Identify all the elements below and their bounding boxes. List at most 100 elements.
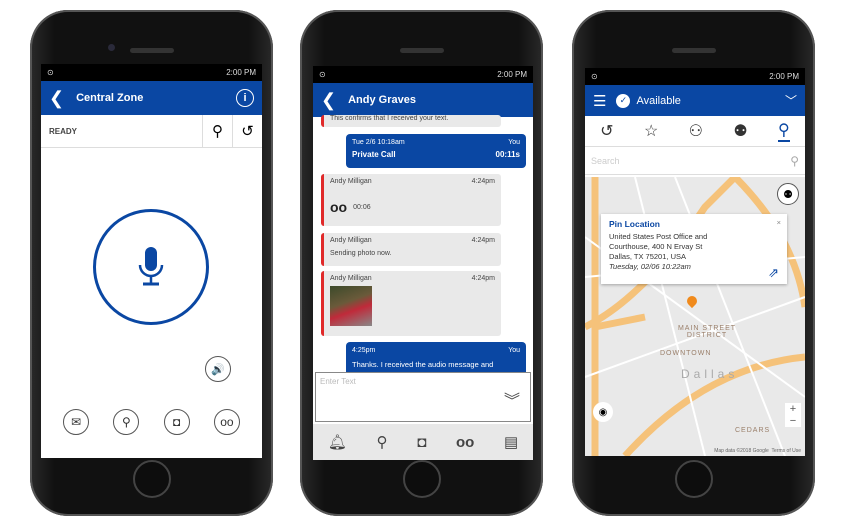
call-duration: 00:11s: [495, 150, 520, 159]
notification-icon: ⊙: [47, 68, 54, 77]
map-label: Dallas: [681, 367, 739, 381]
location-icon[interactable]: ⚲: [377, 433, 388, 451]
phone-ptt: ⊙ 2:00 PM ❮ Central Zone i READY ⚲ ↺ 🔊 ✉ ⚲…: [30, 10, 273, 516]
tab-history-icon[interactable]: ↺: [600, 121, 613, 141]
status-time: 2:00 PM: [497, 70, 527, 79]
tab-favorites-icon[interactable]: ☆: [644, 121, 658, 141]
voicemail-icon[interactable]: oo: [213, 409, 240, 435]
message-sender: You: [508, 347, 520, 354]
status-bar: ⊙ 2:00 PM: [313, 66, 533, 83]
ptt-mic-button[interactable]: [93, 209, 209, 325]
microphone-icon: [138, 247, 164, 286]
header: ❮ Central Zone i: [41, 81, 262, 115]
groups-map-button[interactable]: ⚉: [777, 183, 799, 205]
message-time: 4:24pm: [471, 237, 495, 244]
map-screen: ⊙ 2:00 PM ☰ ✓ Available ﹀ ↺ ☆ ⚇ ⚉ ⚲ Search ⚲ ⚉…: [585, 68, 805, 456]
my-location-icon[interactable]: ◉: [593, 402, 613, 422]
document-icon[interactable]: ▤: [504, 433, 518, 451]
info-icon[interactable]: i: [236, 89, 254, 107]
phone-chat: ⊙ 2:00 PM ❮ Andy Graves This confirms that…: [300, 10, 543, 516]
message-sender: Andy Milligan: [330, 275, 372, 282]
locations-icon[interactable]: ⚲: [202, 114, 232, 148]
home-button[interactable]: [132, 460, 171, 498]
camera-icon[interactable]: ◘: [163, 409, 190, 435]
message-bubble: Andy Milligan 4:24pm Sending photo now.: [321, 233, 501, 266]
chevron-down-icon[interactable]: ﹀: [785, 92, 797, 109]
popup-title: Pin Location: [609, 219, 660, 229]
voicemail-icon[interactable]: oo: [330, 199, 347, 215]
chat-toolbar: 🔔︎ ⚲ ◘ oo ▤: [313, 424, 533, 460]
front-camera: [108, 44, 115, 51]
map-label: CEDARS: [735, 427, 771, 434]
search-input[interactable]: Search ⚲: [585, 147, 805, 175]
status-row: READY ⚲ ↺: [41, 114, 262, 148]
action-bar: ✉ ⚲ ◘ oo: [41, 409, 262, 435]
message-icon[interactable]: ✉: [63, 409, 90, 435]
audio-message[interactable]: Andy Milligan 4:24pm oo 00:06: [321, 174, 501, 226]
home-button[interactable]: [402, 460, 441, 498]
available-check-icon: ✓: [616, 93, 631, 108]
chat-screen: ⊙ 2:00 PM ❮ Andy Graves This confirms that…: [313, 66, 533, 460]
popup-address: Courthouse, 400 N Ervay St: [609, 242, 703, 251]
page-title: Andy Graves: [348, 94, 416, 106]
call-bubble: Tue 2/6 10:18am You Private Call 00:11s: [346, 134, 526, 168]
message-input[interactable]: Enter Text ︾: [315, 372, 531, 422]
camera-icon[interactable]: ◘: [417, 434, 426, 451]
tab-groups-icon[interactable]: ⚉: [733, 121, 747, 141]
ptt-screen: ⊙ 2:00 PM ❮ Central Zone i READY ⚲ ↺ 🔊 ✉ ⚲…: [41, 64, 262, 458]
status-bar: ⊙ 2:00 PM: [585, 68, 805, 85]
map-label: MAIN STREET DISTRICT: [677, 325, 737, 339]
ready-status: READY: [49, 126, 78, 136]
earpiece: [129, 48, 174, 53]
availability-status[interactable]: Available: [636, 95, 680, 107]
message-bubble: This confirms that I received your text.: [321, 115, 501, 127]
map-label: DOWNTOWN: [660, 350, 712, 357]
message-sender: You: [508, 139, 520, 146]
message-text: Sending photo now.: [330, 250, 392, 257]
home-button[interactable]: [674, 460, 713, 498]
back-icon[interactable]: ❮: [49, 88, 64, 109]
popup-address: Dallas, TX 75201, USA: [609, 252, 686, 261]
attribution-text: Map data ©2018 Google: [714, 448, 769, 454]
message-text: Thanks. I received the audio message and: [352, 360, 494, 369]
popup-timestamp: Tuesday, 02/06 10:22am: [609, 262, 691, 271]
search-placeholder: Search: [591, 155, 620, 166]
pin-location-popup: Pin Location United States Post Office a…: [601, 214, 787, 284]
map-attribution: Map data ©2018 Google Terms of Use: [714, 448, 801, 454]
popup-address: United States Post Office and: [609, 232, 708, 241]
speaker-button[interactable]: 🔊: [205, 356, 231, 382]
message-time: 4:25pm: [352, 347, 376, 354]
status-bar: ⊙ 2:00 PM: [41, 64, 262, 81]
phone-map: ⊙ 2:00 PM ☰ ✓ Available ﹀ ↺ ☆ ⚇ ⚉ ⚲ Search ⚲ ⚉…: [572, 10, 815, 516]
history-icon[interactable]: ↺: [232, 114, 262, 148]
status-time: 2:00 PM: [769, 72, 799, 81]
menu-icon[interactable]: ☰: [593, 92, 606, 110]
close-icon[interactable]: ×: [777, 218, 781, 228]
map[interactable]: ⚉ Pin Location United States Post Office…: [585, 177, 805, 456]
photo-thumbnail[interactable]: [330, 286, 372, 326]
terms-link[interactable]: Terms of Use: [772, 448, 801, 454]
back-icon[interactable]: ❮: [321, 90, 336, 111]
input-placeholder: Enter Text: [320, 377, 356, 386]
search-icon[interactable]: ⚲: [790, 154, 799, 168]
photo-message: Andy Milligan 4:24pm: [321, 271, 501, 336]
notification-icon: ⊙: [591, 72, 598, 81]
tab-contacts-icon[interactable]: ⚇: [689, 121, 703, 141]
alert-icon[interactable]: 🔔︎: [328, 433, 347, 451]
audio-duration: 00:06: [353, 203, 371, 211]
zoom-controls: + −: [785, 403, 801, 427]
share-icon[interactable]: ⇗: [768, 266, 779, 279]
status-time: 2:00 PM: [226, 68, 256, 77]
location-icon[interactable]: ⚲: [113, 409, 140, 435]
zoom-in-button[interactable]: +: [785, 403, 801, 415]
tab-map-icon[interactable]: ⚲: [778, 120, 790, 142]
voicemail-icon[interactable]: oo: [456, 434, 474, 451]
message-time: Tue 2/6 10:18am: [352, 139, 405, 146]
message-time: 4:24pm: [471, 275, 495, 282]
earpiece: [399, 48, 444, 53]
page-title: Central Zone: [76, 92, 144, 104]
call-label: Private Call: [352, 150, 396, 159]
message-time: 4:24pm: [471, 178, 495, 185]
collapse-icon[interactable]: ︾: [504, 387, 520, 411]
zoom-out-button[interactable]: −: [785, 415, 801, 427]
